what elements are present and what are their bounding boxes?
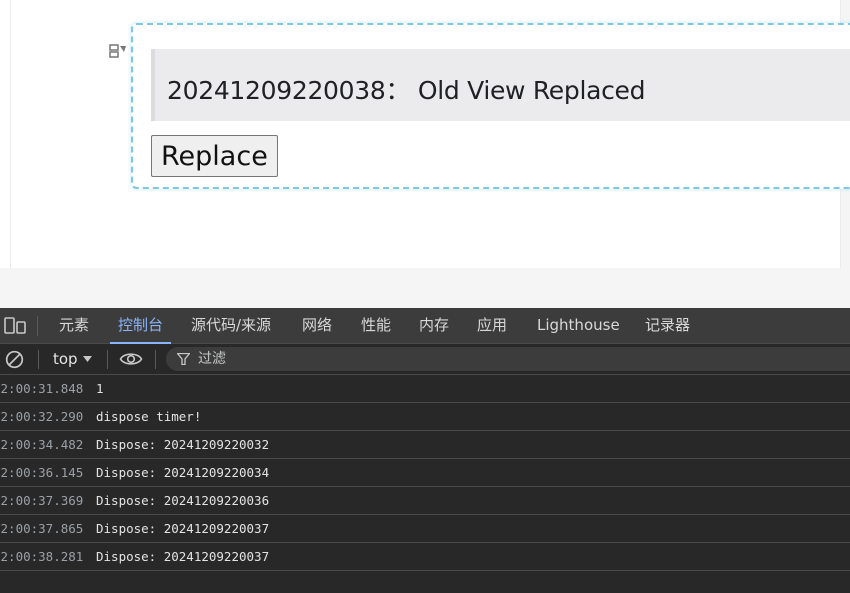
log-row: 22:00:37.369 Dispose: 20241209220036 (0, 487, 850, 515)
filter-placeholder: 过滤 (198, 351, 226, 367)
log-message: dispose timer! (96, 409, 202, 424)
log-timestamp: 22:00:32.290 (0, 409, 84, 424)
view-box: 20241209220038： Old View Replaced (151, 49, 850, 121)
log-message: Dispose: 20241209220037 (96, 521, 270, 536)
console-toolbar: top 过滤 (0, 344, 850, 375)
devtools-tabbar: 元素 控制台 源代码/来源 网络 性能 内存 应用 Lighthouse 记录器 (0, 308, 850, 344)
tab-console[interactable]: 控制台 (109, 308, 172, 344)
log-row: 22:00:38.281 Dispose: 20241209220037 (0, 543, 850, 571)
log-message: Dispose: 20241209220032 (96, 437, 270, 452)
console-log-list: 22:00:31.848 1 22:00:32.290 dispose time… (0, 375, 850, 571)
log-row: 22:00:36.145 Dispose: 20241209220034 (0, 459, 850, 487)
tab-network[interactable]: 网络 (302, 308, 332, 343)
highlighted-component: 20241209220038： Old View Replaced Replac… (131, 23, 850, 189)
log-row: 22:00:37.865 Dispose: 20241209220037 (0, 515, 850, 543)
toolbar-separator (38, 350, 39, 369)
replace-button[interactable]: Replace (151, 135, 278, 177)
log-timestamp: 22:00:34.482 (0, 437, 84, 452)
log-message: 1 (96, 381, 104, 396)
log-row: 22:00:32.290 dispose timer! (0, 403, 850, 431)
log-message: Dispose: 20241209220036 (96, 493, 270, 508)
log-timestamp: 22:00:37.369 (0, 493, 84, 508)
toolbar-separator (107, 350, 108, 369)
log-message: Dispose: 20241209220037 (96, 549, 270, 564)
devtools-panel: 元素 控制台 源代码/来源 网络 性能 内存 应用 Lighthouse 记录器… (0, 308, 850, 593)
tab-separator (37, 316, 38, 336)
chevron-down-icon (83, 356, 92, 362)
toolbar-separator (155, 350, 156, 369)
log-timestamp: 22:00:31.848 (0, 381, 84, 396)
tab-sources[interactable]: 源代码/来源 (191, 308, 271, 343)
tab-application[interactable]: 应用 (477, 308, 507, 343)
page-viewport: 20241209220038： Old View Replaced Replac… (0, 0, 850, 308)
log-message: Dispose: 20241209220034 (96, 465, 270, 480)
log-timestamp: 22:00:37.865 (0, 521, 84, 536)
device-toolbar-icon[interactable] (4, 317, 26, 334)
clear-console-icon[interactable] (5, 350, 24, 369)
eye-icon[interactable] (119, 350, 143, 368)
filter-input[interactable]: 过滤 (166, 347, 850, 371)
filter-icon (177, 353, 190, 365)
context-selector[interactable]: top (53, 349, 78, 369)
tab-lighthouse[interactable]: Lighthouse (537, 308, 620, 343)
log-timestamp: 22:00:38.281 (0, 549, 84, 564)
log-row: 22:00:31.848 1 (0, 375, 850, 403)
component-icon (109, 44, 126, 58)
tab-memory[interactable]: 内存 (419, 308, 449, 343)
log-timestamp: 22:00:36.145 (0, 465, 84, 480)
view-text: 20241209220038： Old View Replaced (167, 76, 646, 105)
log-row: 22:00:34.482 Dispose: 20241209220032 (0, 431, 850, 459)
page-divider (10, 0, 11, 268)
tab-performance[interactable]: 性能 (361, 308, 391, 343)
tab-recorder[interactable]: 记录器 (645, 308, 690, 343)
tab-elements[interactable]: 元素 (59, 308, 89, 343)
